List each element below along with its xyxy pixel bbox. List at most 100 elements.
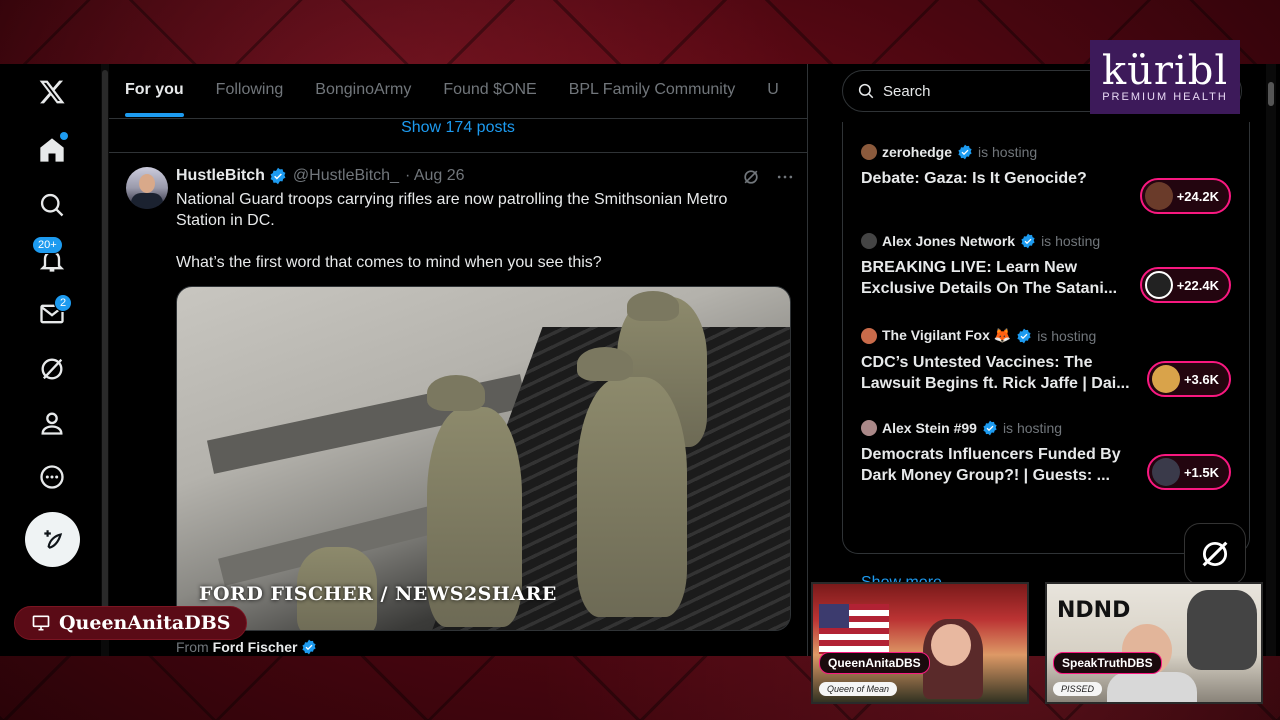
verified-badge-icon — [983, 420, 997, 436]
host-name[interactable]: zerohedge — [882, 144, 952, 160]
tweet-video[interactable]: FORD FISCHER / NEWS2SHARE — [176, 286, 791, 631]
webcam-label: QueenAnitaDBS — [819, 652, 930, 674]
feather-plus-icon — [43, 529, 62, 549]
streamer-name-tag: QueenAnitaDBS — [14, 606, 248, 640]
hosting-label: is hosting — [1041, 233, 1101, 249]
verified-badge-icon — [270, 167, 286, 185]
listener-avatar — [1151, 365, 1180, 393]
x-app-window: 20+ 2 For you Following BonginoArmy Foun… — [0, 64, 1280, 656]
host-avatar — [861, 144, 877, 160]
space-item[interactable]: The Vigilant Fox 🦊 is hosting CDC’s Unte… — [861, 327, 1241, 397]
page-scrollbar[interactable] — [1266, 64, 1276, 656]
main-feed: For you Following BonginoArmy Found $ONE… — [109, 64, 808, 656]
space-item[interactable]: Alex Jones Network is hosting BREAKING L… — [861, 233, 1241, 303]
listener-avatar — [1151, 458, 1180, 486]
search-icon[interactable] — [30, 183, 74, 227]
listener-count: +3.6K — [1183, 371, 1219, 387]
active-tab-indicator — [125, 112, 184, 117]
listeners-pill[interactable]: +22.4K — [1139, 267, 1231, 303]
tab-bpl-family-community[interactable]: BPL Family Community — [569, 64, 736, 118]
webcam-sublabel: Queen of Mean — [819, 682, 898, 696]
bell-icon[interactable]: 20+ — [30, 236, 74, 282]
hosting-label: is hosting — [1002, 420, 1063, 436]
host-name[interactable]: The Vigilant Fox 🦊 — [882, 327, 1011, 344]
hosting-label: is hosting — [1037, 327, 1097, 344]
tab-found-one[interactable]: Found $ONE — [443, 64, 536, 118]
avatar[interactable] — [126, 167, 168, 209]
sponsor-brand: küribl — [1101, 48, 1229, 94]
search-icon — [858, 83, 874, 99]
space-item[interactable]: zerohedge is hosting Debate: Gaza: Is It… — [861, 144, 1241, 214]
webcam-sublabel: PISSED — [1053, 682, 1103, 696]
monitor-icon — [32, 615, 50, 631]
webcam-label: SpeakTruthDBS — [1053, 652, 1162, 674]
compose-post-button[interactable] — [25, 512, 80, 567]
author-name[interactable]: HustleBitch — [176, 167, 265, 185]
hosting-label: is hosting — [978, 144, 1038, 160]
grok-icon[interactable] — [30, 347, 74, 391]
listeners-pill[interactable]: +1.5K — [1146, 454, 1231, 490]
profile-icon[interactable] — [30, 401, 74, 445]
sponsor-tagline: PREMIUM HEALTH — [1102, 91, 1228, 103]
more-options-icon[interactable] — [775, 167, 795, 187]
space-title: Debate: Gaza: Is It Genocide? — [861, 170, 1087, 187]
nav-scrollbar[interactable] — [101, 64, 109, 656]
source-attribution: From Ford Fischer — [176, 639, 317, 655]
listener-avatar — [1144, 182, 1173, 210]
verified-badge-icon — [1017, 328, 1031, 343]
listeners-pill[interactable]: +3.6K — [1146, 361, 1231, 397]
host-name[interactable]: Alex Jones Network — [882, 233, 1015, 249]
source-name[interactable]: Ford Fischer — [213, 639, 298, 655]
tweet-actions — [741, 167, 795, 187]
x-logo-icon[interactable] — [30, 70, 74, 114]
webcam-feed: NDND SpeakTruthDBS PISSED — [1045, 582, 1263, 704]
host-name[interactable]: Alex Stein #99 — [882, 420, 977, 436]
messages-badge: 2 — [54, 294, 73, 312]
search-placeholder: Search — [883, 82, 931, 100]
tweet-text-paragraph: National Guard troops carrying rifles ar… — [176, 191, 728, 229]
mail-icon[interactable]: 2 — [30, 292, 74, 336]
host-avatar — [861, 233, 877, 249]
tweet-text-paragraph: What’s the first word that comes to mind… — [176, 254, 602, 271]
tab-bonginoarmy[interactable]: BonginoArmy — [315, 64, 411, 118]
notifications-badge: 20+ — [32, 236, 63, 254]
listeners-pill[interactable]: +24.2K — [1139, 178, 1231, 214]
sponsor-logo: küribl PREMIUM HEALTH — [1090, 40, 1240, 114]
host-avatar — [861, 420, 877, 436]
verified-badge-icon — [958, 144, 972, 160]
author-handle[interactable]: @HustleBitch_ — [293, 167, 399, 185]
listener-count: +1.5K — [1183, 464, 1219, 480]
left-navigation: 20+ 2 — [0, 64, 100, 656]
listener-avatar — [1144, 271, 1173, 299]
host-avatar — [861, 327, 877, 344]
live-spaces-panel: zerohedge is hosting Debate: Gaza: Is It… — [842, 122, 1250, 591]
space-title: CDC’s Untested Vaccines: The Lawsuit Beg… — [861, 354, 1130, 392]
grok-icon — [1202, 541, 1228, 567]
feed-tabs: For you Following BonginoArmy Found $ONE… — [109, 64, 807, 119]
tweet-date[interactable]: · Aug 26 — [405, 167, 465, 185]
space-item[interactable]: Alex Stein #99 is hosting Democrats Infl… — [861, 420, 1241, 490]
listener-count: +22.4K — [1176, 277, 1219, 293]
space-title: Democrats Influencers Funded By Dark Mon… — [861, 446, 1121, 484]
webcam-feed: QueenAnitaDBS Queen of Mean — [811, 582, 1029, 704]
notification-dot — [60, 132, 68, 140]
tweet-text: National Guard troops carrying rifles ar… — [176, 189, 776, 294]
listener-count: +24.2K — [1176, 188, 1219, 204]
grok-floating-button[interactable] — [1184, 523, 1246, 585]
more-icon[interactable] — [30, 455, 74, 499]
tab-label: For you — [125, 80, 184, 98]
tweet-header: HustleBitch @HustleBitch_ · Aug 26 — [176, 167, 465, 185]
verified-badge-icon — [302, 639, 317, 655]
space-title: BREAKING LIVE: Learn New Exclusive Detai… — [861, 259, 1118, 297]
home-icon[interactable] — [30, 128, 74, 172]
show-new-posts-button[interactable]: Show 174 posts — [109, 119, 807, 153]
grok-icon[interactable] — [741, 167, 761, 187]
tab-truncated[interactable]: U — [767, 64, 779, 118]
tab-for-you[interactable]: For you — [125, 64, 184, 118]
verified-badge-icon — [1021, 233, 1035, 249]
tab-following[interactable]: Following — [216, 64, 284, 118]
video-watermark: FORD FISCHER / NEWS2SHARE — [199, 583, 557, 605]
streamer-name: QueenAnitaDBS — [59, 612, 231, 634]
from-prefix: From — [176, 639, 209, 655]
tweet[interactable]: HustleBitch @HustleBitch_ · Aug 26 Natio… — [109, 153, 807, 655]
